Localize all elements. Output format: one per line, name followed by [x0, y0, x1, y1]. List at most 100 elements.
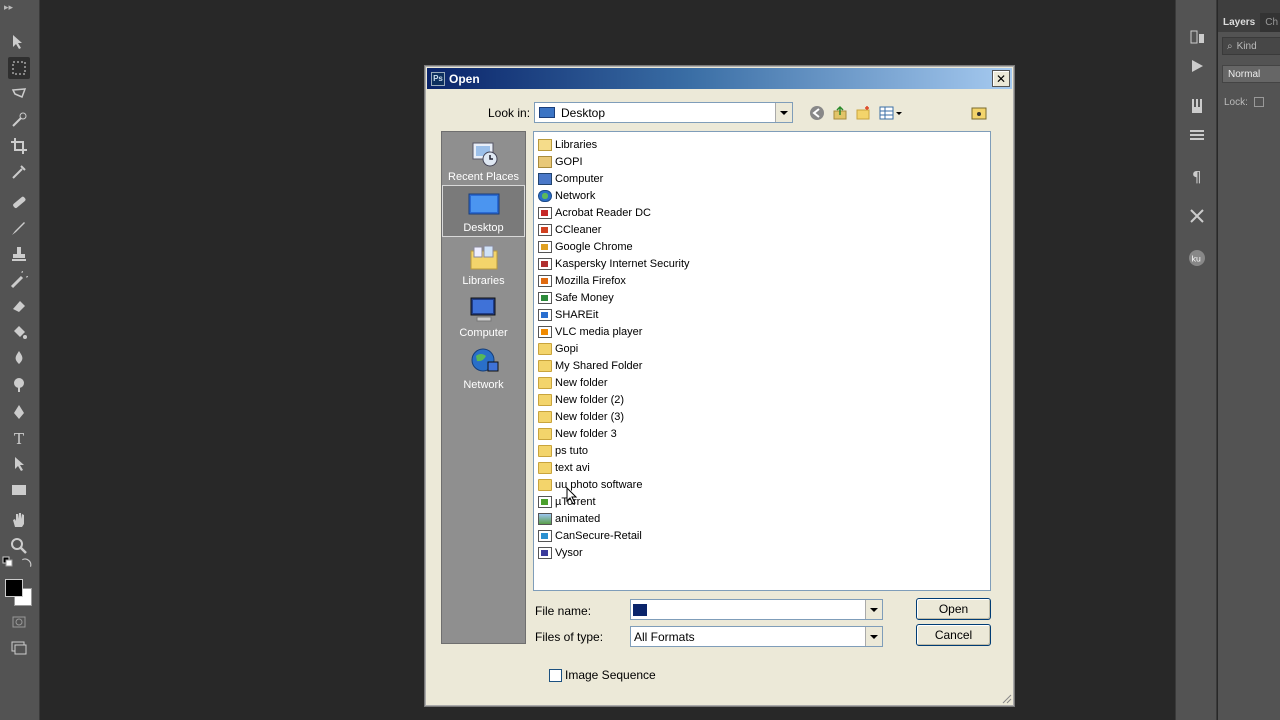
- plugin-panel-icon[interactable]: ku: [1186, 247, 1208, 269]
- layer-filter-kind[interactable]: ⌕ Kind: [1222, 37, 1280, 55]
- file-list-item[interactable]: Network: [538, 187, 595, 204]
- up-folder-icon[interactable]: [830, 104, 850, 122]
- file-list-item[interactable]: Safe Money: [538, 289, 614, 306]
- collapse-toolbar-icon[interactable]: ▸▸: [4, 2, 13, 13]
- chevron-down-icon[interactable]: [775, 103, 792, 122]
- libraries-icon: [468, 243, 500, 273]
- actions-panel-icon[interactable]: [1186, 55, 1208, 77]
- type-tool-icon[interactable]: T: [8, 427, 30, 449]
- file-list-item[interactable]: Libraries: [538, 136, 597, 153]
- place-libraries[interactable]: Libraries: [442, 237, 525, 289]
- file-name: VLC media player: [555, 325, 643, 338]
- file-list-item[interactable]: Vysor: [538, 544, 583, 561]
- view-menu-icon[interactable]: [877, 104, 905, 122]
- place-desktop[interactable]: Desktop: [442, 185, 525, 237]
- look-in-value: Desktop: [561, 105, 606, 120]
- file-list-item[interactable]: SHAREit: [538, 306, 598, 323]
- file-list-item[interactable]: text avi: [538, 459, 590, 476]
- file-name: Computer: [555, 172, 604, 185]
- hand-tool-icon[interactable]: [8, 509, 30, 531]
- file-list-item[interactable]: Acrobat Reader DC: [538, 204, 651, 221]
- blend-mode-select[interactable]: Normal: [1222, 65, 1280, 83]
- file-list-item[interactable]: New folder (2): [538, 391, 624, 408]
- chevron-down-icon[interactable]: [865, 600, 882, 619]
- back-icon[interactable]: [807, 104, 827, 122]
- file-list-item[interactable]: Computer: [538, 170, 603, 187]
- file-list-item[interactable]: My Shared Folder: [538, 357, 642, 374]
- vlc-shortcut-icon: [538, 325, 552, 338]
- pen-tool-icon[interactable]: [8, 401, 30, 423]
- file-list-item[interactable]: animated: [538, 510, 600, 527]
- history-panel-icon[interactable]: [1186, 26, 1208, 48]
- resize-grip-icon[interactable]: [1000, 692, 1012, 704]
- image-sequence-checkbox[interactable]: [549, 669, 562, 682]
- paint-bucket-tool-icon[interactable]: [8, 321, 30, 343]
- eyedropper-tool-icon[interactable]: [8, 161, 30, 183]
- healing-brush-tool-icon[interactable]: [8, 191, 30, 213]
- file-name-field[interactable]: [630, 599, 883, 620]
- place-recent-places[interactable]: Recent Places: [442, 133, 525, 185]
- favorite-folder-icon[interactable]: [969, 104, 989, 122]
- open-button[interactable]: Open: [916, 598, 991, 620]
- folder-icon: [538, 410, 552, 423]
- default-colors-icon[interactable]: [2, 556, 14, 568]
- file-list-item[interactable]: CCleaner: [538, 221, 601, 238]
- brush-panel-icon[interactable]: [1186, 95, 1208, 117]
- file-list-item[interactable]: New folder: [538, 374, 608, 391]
- file-list-item[interactable]: uu photo software: [538, 476, 642, 493]
- rectangle-tool-icon[interactable]: [8, 479, 30, 501]
- file-list-item[interactable]: VLC media player: [538, 323, 642, 340]
- new-folder-icon[interactable]: [853, 104, 873, 122]
- lasso-tool-icon[interactable]: [8, 83, 30, 105]
- file-name: Kaspersky Internet Security: [555, 257, 690, 270]
- file-list-item[interactable]: Kaspersky Internet Security: [538, 255, 690, 272]
- file-name: Vysor: [555, 546, 583, 559]
- chevron-down-icon[interactable]: [865, 627, 882, 646]
- brush-tool-icon[interactable]: [8, 217, 30, 239]
- crop-tool-icon[interactable]: [8, 135, 30, 157]
- place-label: Network: [463, 379, 504, 391]
- file-list-item[interactable]: Mozilla Firefox: [538, 272, 626, 289]
- file-list-item[interactable]: New folder (3): [538, 408, 624, 425]
- quick-mask-icon[interactable]: [8, 611, 30, 633]
- marquee-tool-icon[interactable]: [8, 57, 30, 79]
- file-list-item[interactable]: Gopi: [538, 340, 578, 357]
- clone-stamp-tool-icon[interactable]: [8, 243, 30, 265]
- quick-selection-tool-icon[interactable]: [8, 109, 30, 131]
- channels-tab[interactable]: Ch: [1260, 13, 1280, 32]
- file-name: New folder (2): [555, 393, 625, 406]
- adjustments-panel-icon[interactable]: [1186, 124, 1208, 146]
- file-list[interactable]: Libraries GOPI Computer Network Acrobat Read…: [533, 131, 991, 591]
- file-list-item[interactable]: New folder 3: [538, 425, 617, 442]
- file-list-item[interactable]: CanSecure-Retail: [538, 527, 642, 544]
- tools-panel: ▸▸ T: [0, 0, 40, 720]
- history-brush-tool-icon[interactable]: [8, 269, 30, 291]
- computer-icon: [538, 172, 552, 185]
- move-tool-icon[interactable]: [8, 31, 30, 53]
- tool-presets-panel-icon[interactable]: [1186, 205, 1208, 227]
- path-selection-tool-icon[interactable]: [8, 453, 30, 475]
- layers-tab[interactable]: Layers: [1218, 13, 1260, 32]
- files-of-type-dropdown[interactable]: All Formats: [630, 626, 883, 647]
- place-computer[interactable]: Computer: [442, 289, 525, 341]
- paragraph-panel-icon[interactable]: ¶: [1186, 165, 1208, 187]
- place-network[interactable]: Network: [442, 341, 525, 393]
- screen-mode-icon[interactable]: [8, 637, 30, 659]
- safe-money-shortcut-icon: [538, 291, 552, 304]
- dialog-titlebar[interactable]: Ps Open ✕: [427, 68, 1012, 89]
- file-list-item[interactable]: ps tuto: [538, 442, 588, 459]
- file-list-item[interactable]: GOPI: [538, 153, 583, 170]
- close-button[interactable]: ✕: [992, 70, 1010, 87]
- file-list-item[interactable]: Google Chrome: [538, 238, 633, 255]
- look-in-dropdown[interactable]: Desktop: [534, 102, 793, 123]
- folder-icon: [538, 376, 552, 389]
- dodge-tool-icon[interactable]: [8, 373, 30, 395]
- eraser-tool-icon[interactable]: [8, 295, 30, 317]
- blur-tool-icon[interactable]: [8, 347, 30, 369]
- cancel-button[interactable]: Cancel: [916, 624, 991, 646]
- foreground-color-swatch[interactable]: [5, 579, 23, 597]
- file-name: Libraries: [555, 138, 598, 151]
- desktop-icon: [539, 107, 555, 118]
- lock-transparent-icon[interactable]: [1253, 97, 1264, 107]
- swap-colors-icon[interactable]: [20, 556, 34, 568]
